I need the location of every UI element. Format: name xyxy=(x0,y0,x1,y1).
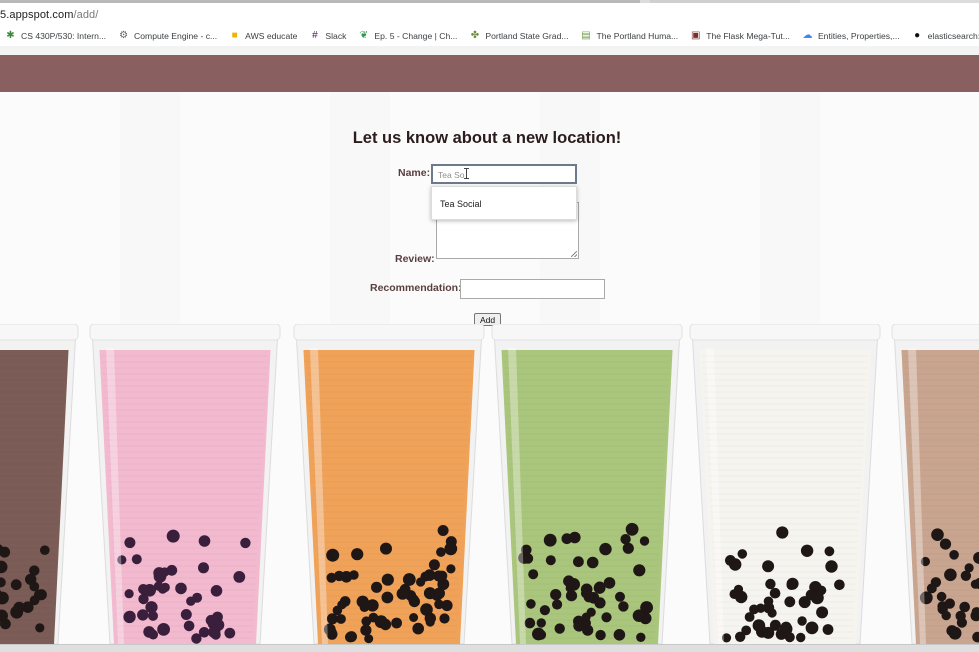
bookmark-item[interactable]: ✤ Portland State Grad... xyxy=(464,30,569,42)
autocomplete-option[interactable]: Tea Social xyxy=(440,199,482,209)
name-input[interactable]: Tea So xyxy=(431,164,577,184)
flask-blog-icon: ▣ xyxy=(690,30,701,41)
bookmark-label: Slack xyxy=(325,31,347,41)
autocomplete-dropdown: Tea Social xyxy=(431,186,577,220)
slack-icon: # xyxy=(312,30,318,41)
matcha-milk-tea-cup xyxy=(491,324,683,644)
bookmark-item[interactable]: ✱ CS 430P/530: Intern... xyxy=(0,31,106,42)
bookmark-item[interactable]: ● elasticsearch:5.0.0... xyxy=(907,31,979,42)
github-icon: ● xyxy=(914,30,921,41)
brown-milk-tea-cup xyxy=(891,324,979,644)
taro-cup xyxy=(0,324,79,644)
bookmark-item[interactable]: ❦ Ep. 5 - Change | Ch... xyxy=(353,30,458,42)
google-cloud-icon: ☁ xyxy=(802,30,813,41)
bookmark-label: Portland State Grad... xyxy=(485,31,569,41)
site-header-band xyxy=(0,55,979,92)
bookmark-item[interactable]: # Slack xyxy=(304,31,346,42)
boba-cups-image xyxy=(0,324,979,644)
bookmark-label: CS 430P/530: Intern... xyxy=(21,31,107,41)
bookmark-label: Ep. 5 - Change | Ch... xyxy=(374,31,458,41)
tab-strip-edge xyxy=(0,0,979,3)
bookmark-label: The Portland Huma... xyxy=(596,31,679,41)
bookmark-item[interactable]: ▤ The Portland Huma... xyxy=(576,30,679,42)
recommendation-input[interactable] xyxy=(460,279,605,299)
bookmark-label: elasticsearch:5.0.0... xyxy=(927,31,979,41)
bookmark-label: The Flask Mega-Tut... xyxy=(706,31,790,41)
bookmark-label: AWS educate xyxy=(245,31,298,41)
page-title: Let us know about a new location! xyxy=(352,129,622,147)
bookmarks-bar: ✱ CS 430P/530: Intern... ⚙ Compute Engine -… xyxy=(0,26,979,46)
address-bar[interactable]: 5.appspot.com/add/ xyxy=(0,0,979,26)
bookmark-label: Compute Engine - c... xyxy=(134,31,218,41)
resize-grip-icon[interactable] xyxy=(571,251,577,257)
android-icon: ✱ xyxy=(6,30,15,41)
bookmark-item[interactable]: ▣ The Flask Mega-Tut... xyxy=(685,31,790,42)
bookmark-label: Entities, Properties,... xyxy=(817,31,900,41)
document-icon: ▤ xyxy=(581,30,591,41)
recommendation-label: Recommendation: xyxy=(370,282,462,294)
bookmark-item[interactable]: ■ AWS educate xyxy=(224,30,298,42)
name-label: Name: xyxy=(398,167,431,179)
text-cursor-icon xyxy=(464,168,469,179)
url-path: /add/ xyxy=(73,9,99,21)
bookmark-item[interactable]: ☁ Entities, Properties,... xyxy=(797,30,900,42)
psu-icon: ✤ xyxy=(470,30,480,41)
page-top-gap xyxy=(0,46,979,55)
url-host: 5.appspot.com xyxy=(0,9,74,21)
bookmark-item[interactable]: ⚙ Compute Engine - c... xyxy=(113,31,217,42)
strawberry-milk-tea-cup xyxy=(89,324,281,644)
name-input-value: Tea So xyxy=(438,170,465,180)
url-text[interactable]: 5.appspot.com/add/ xyxy=(0,9,98,21)
leaf-icon: ❦ xyxy=(359,30,369,41)
aws-icon: ■ xyxy=(231,30,238,41)
page-content: Let us know about a new location! Name: … xyxy=(0,92,979,644)
window-bottom-edge xyxy=(0,644,979,652)
compute-engine-icon: ⚙ xyxy=(119,30,129,41)
review-label: Review: xyxy=(395,253,435,265)
milk-tea-cup xyxy=(689,324,881,644)
thai-milk-tea-cup xyxy=(293,324,485,644)
